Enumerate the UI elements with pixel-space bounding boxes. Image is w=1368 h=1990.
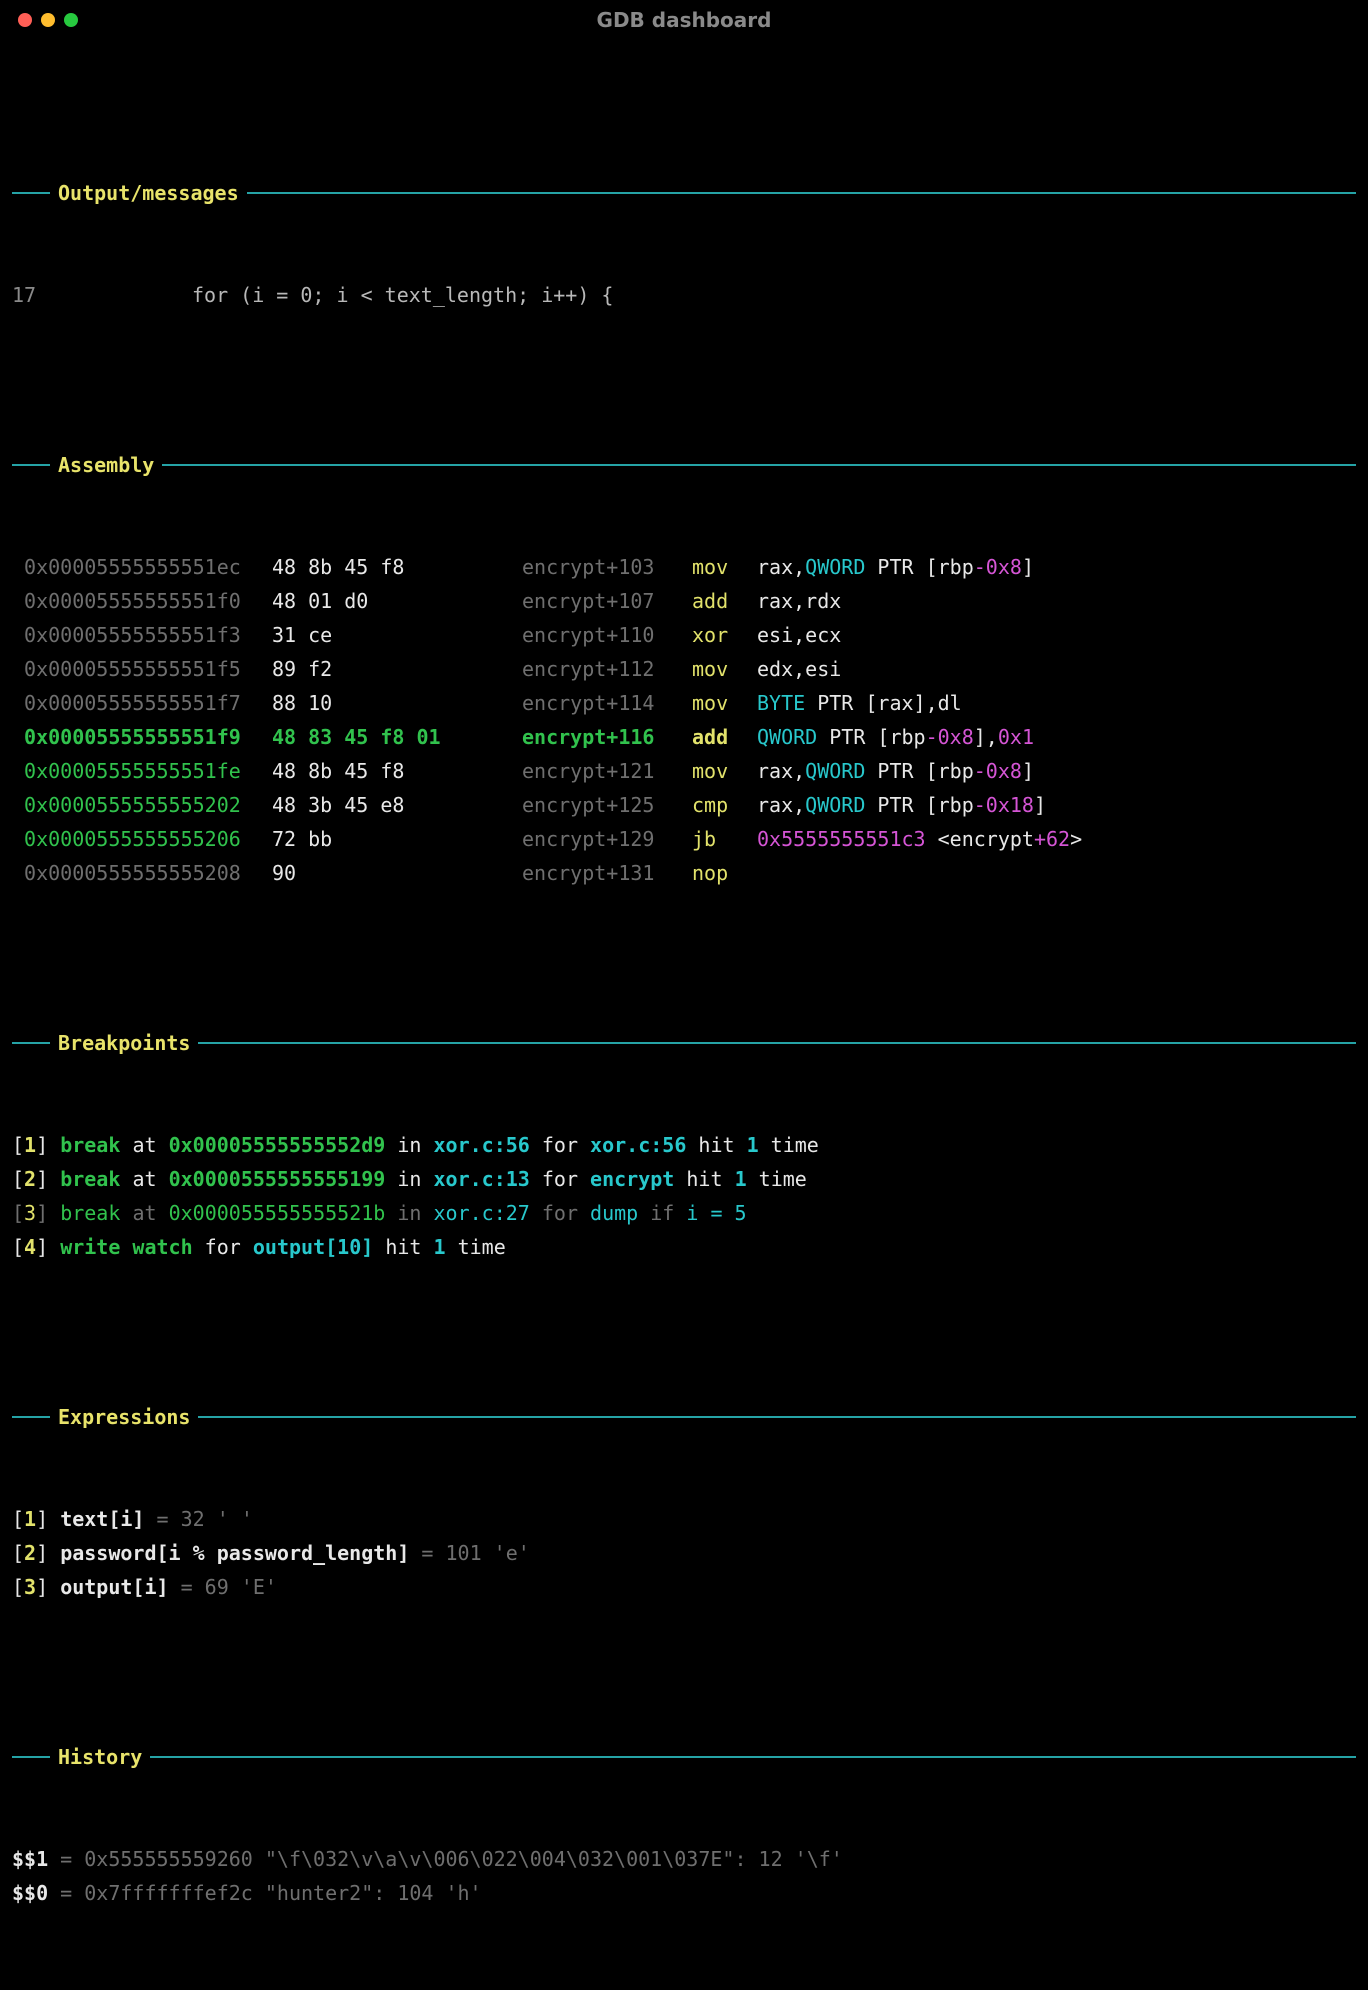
section-output-header: Output/messages [12, 176, 1356, 210]
section-output-label: Output/messages [58, 176, 239, 210]
breakpoint-row: [4] write watch for output[10] hit 1 tim… [12, 1230, 1356, 1264]
asm-row: 0x000055555555520672 bbencrypt+129jb0x55… [12, 822, 1356, 856]
source-lineno: 17 [12, 278, 192, 312]
breakpoint-row: [1] break at 0x00005555555552d9 in xor.c… [12, 1128, 1356, 1162]
minimize-icon[interactable] [41, 13, 55, 27]
traffic-lights [18, 13, 78, 27]
expression-row: [2] password[i % password_length] = 101 … [12, 1536, 1356, 1570]
asm-row: 0x00005555555551f589 f2encrypt+112movedx… [12, 652, 1356, 686]
asm-row: 0x00005555555551f788 10encrypt+114movBYT… [12, 686, 1356, 720]
section-assembly-header: Assembly [12, 448, 1356, 482]
assembly-listing: 0x00005555555551ec48 8b 45 f8encrypt+103… [12, 550, 1356, 890]
section-history-label: History [58, 1740, 142, 1774]
expression-row: [3] output[i] = 69 'E' [12, 1570, 1356, 1604]
section-expressions-label: Expressions [58, 1400, 190, 1434]
asm-row: 0x00005555555551f948 83 45 f8 01encrypt+… [12, 720, 1356, 754]
asm-row: 0x00005555555551fe48 8b 45 f8encrypt+121… [12, 754, 1356, 788]
terminal-output: Output/messages 17for (i = 0; i < text_l… [0, 40, 1368, 1990]
close-icon[interactable] [18, 13, 32, 27]
history-listing: $$1 = 0x555555559260 "\f\032\v\a\v\006\0… [12, 1842, 1356, 1910]
section-breakpoints-header: Breakpoints [12, 1026, 1356, 1060]
section-assembly-label: Assembly [58, 448, 154, 482]
window-titlebar: GDB dashboard [0, 0, 1368, 40]
history-row: $$1 = 0x555555559260 "\f\032\v\a\v\006\0… [12, 1842, 1356, 1876]
breakpoint-row: [2] break at 0x0000555555555199 in xor.c… [12, 1162, 1356, 1196]
breakpoint-row: [3] break at 0x000055555555521b in xor.c… [12, 1196, 1356, 1230]
asm-row: 0x00005555555551f331 ceencrypt+110xoresi… [12, 618, 1356, 652]
source-line: 17for (i = 0; i < text_length; i++) { [12, 278, 1356, 312]
section-breakpoints-label: Breakpoints [58, 1026, 190, 1060]
asm-row: 0x00005555555551f048 01 d0encrypt+107add… [12, 584, 1356, 618]
window-title: GDB dashboard [0, 3, 1368, 37]
section-expressions-header: Expressions [12, 1400, 1356, 1434]
section-history-header: History [12, 1740, 1356, 1774]
source-code: for (i = 0; i < text_length; i++) { [192, 283, 613, 307]
expression-row: [1] text[i] = 32 ' ' [12, 1502, 1356, 1536]
asm-row: 0x00005555555551ec48 8b 45 f8encrypt+103… [12, 550, 1356, 584]
expressions-listing: [1] text[i] = 32 ' '[2] password[i % pas… [12, 1502, 1356, 1604]
zoom-icon[interactable] [64, 13, 78, 27]
breakpoints-listing: [1] break at 0x00005555555552d9 in xor.c… [12, 1128, 1356, 1264]
asm-row: 0x000055555555520890encrypt+131nop [12, 856, 1356, 890]
history-row: $$0 = 0x7fffffffef2c "hunter2": 104 'h' [12, 1876, 1356, 1910]
asm-row: 0x000055555555520248 3b 45 e8encrypt+125… [12, 788, 1356, 822]
